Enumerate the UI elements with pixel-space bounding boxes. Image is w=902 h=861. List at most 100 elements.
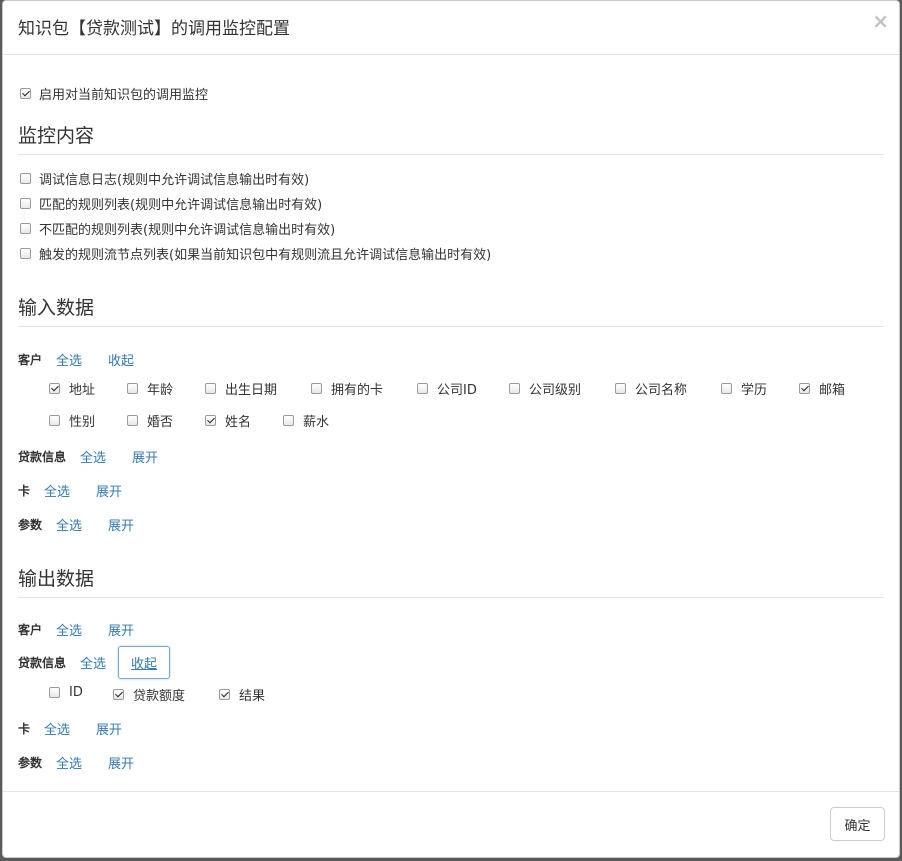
field-checkbox[interactable] xyxy=(49,687,60,698)
enable-monitor-checkbox[interactable] xyxy=(20,88,31,99)
output-group-card: 卡 全选 展开 xyxy=(18,719,122,738)
field-label: 公司ID xyxy=(437,383,477,398)
select-all-link[interactable]: 全选 xyxy=(56,620,82,639)
monitor-option-row: 触发的规则流节点列表(如果当前知识包中有规则流且允许调试信息输出时有效) xyxy=(20,244,491,263)
monitor-option-label: 调试信息日志(规则中允许调试信息输出时有效) xyxy=(39,173,310,188)
expand-link[interactable]: 展开 xyxy=(108,620,134,639)
field-label: 拥有的卡 xyxy=(331,383,384,398)
field-checkbox[interactable] xyxy=(127,415,138,426)
field-salary: 薪水 xyxy=(283,411,329,430)
field-label: 公司级别 xyxy=(529,383,582,398)
ok-button[interactable]: 确定 xyxy=(830,807,885,841)
field-label: 邮箱 xyxy=(819,383,846,398)
field-name: 姓名 xyxy=(205,411,251,430)
field-address: 地址 xyxy=(49,379,95,398)
field-checkbox[interactable] xyxy=(49,383,60,394)
expand-link[interactable]: 展开 xyxy=(108,753,134,772)
field-checkbox[interactable] xyxy=(49,415,60,426)
monitor-option-row: 调试信息日志(规则中允许调试信息输出时有效) xyxy=(20,169,309,188)
field-email: 邮箱 xyxy=(799,379,845,398)
dialog-header: 知识包【贷款测试】的调用监控配置 × xyxy=(3,1,899,55)
expand-link[interactable]: 展开 xyxy=(96,719,122,738)
input-group-customer: 客户 全选 收起 xyxy=(18,350,134,369)
monitor-content-title: 监控内容 xyxy=(18,121,884,155)
group-name: 贷款信息 xyxy=(18,656,67,670)
group-name: 参数 xyxy=(18,518,43,532)
field-label: 公司名称 xyxy=(635,383,688,398)
field-company-level: 公司级别 xyxy=(509,379,581,398)
field-checkbox[interactable] xyxy=(127,383,138,394)
field-loan-id: ID xyxy=(49,685,83,700)
enable-monitor-row: 启用对当前知识包的调用监控 xyxy=(20,84,208,103)
group-name: 客户 xyxy=(18,623,43,637)
field-checkbox[interactable] xyxy=(721,383,732,394)
select-all-link[interactable]: 全选 xyxy=(44,719,70,738)
field-label: 年龄 xyxy=(147,383,174,398)
group-name: 客户 xyxy=(18,353,43,367)
output-group-params: 参数 全选 展开 xyxy=(18,753,134,772)
field-company-name: 公司名称 xyxy=(615,379,687,398)
enable-monitor-label: 启用对当前知识包的调用监控 xyxy=(39,88,209,103)
field-label: 地址 xyxy=(69,383,96,398)
field-label: 薪水 xyxy=(303,415,330,430)
field-label: 姓名 xyxy=(225,415,252,430)
monitor-option-checkbox[interactable] xyxy=(20,223,31,234)
field-loan-amount: 贷款额度 xyxy=(113,685,185,704)
field-cards: 拥有的卡 xyxy=(311,379,383,398)
monitor-option-row: 不匹配的规则列表(规则中允许调试信息输出时有效) xyxy=(20,219,335,238)
field-gender: 性别 xyxy=(49,411,95,430)
field-checkbox[interactable] xyxy=(113,689,124,700)
field-checkbox[interactable] xyxy=(311,383,322,394)
close-icon[interactable]: × xyxy=(872,11,889,31)
monitor-config-dialog: 知识包【贷款测试】的调用监控配置 × 启用对当前知识包的调用监控 监控内容 调试… xyxy=(2,0,900,858)
select-all-link[interactable]: 全选 xyxy=(80,447,106,466)
group-name: 卡 xyxy=(18,722,31,736)
group-name: 参数 xyxy=(18,756,43,770)
collapse-link[interactable]: 收起 xyxy=(118,646,171,679)
output-group-loan: 贷款信息 全选 收起 xyxy=(18,646,171,679)
monitor-option-checkbox[interactable] xyxy=(20,248,31,259)
monitor-option-label: 触发的规则流节点列表(如果当前知识包中有规则流且允许调试信息输出时有效) xyxy=(39,248,492,263)
field-checkbox[interactable] xyxy=(509,383,520,394)
field-checkbox[interactable] xyxy=(283,415,294,426)
field-label: 贷款额度 xyxy=(133,689,186,704)
dialog-title: 知识包【贷款测试】的调用监控配置 xyxy=(18,19,290,39)
field-birthdate: 出生日期 xyxy=(205,379,277,398)
select-all-link[interactable]: 全选 xyxy=(56,515,82,534)
expand-link[interactable]: 展开 xyxy=(132,447,158,466)
select-all-link[interactable]: 全选 xyxy=(56,753,82,772)
input-data-title: 输入数据 xyxy=(18,293,884,327)
monitor-option-label: 不匹配的规则列表(规则中允许调试信息输出时有效) xyxy=(39,223,336,238)
monitor-option-label: 匹配的规则列表(规则中允许调试信息输出时有效) xyxy=(39,198,323,213)
select-all-link[interactable]: 全选 xyxy=(44,481,70,500)
dialog-footer: 确定 xyxy=(3,791,899,857)
field-label: 出生日期 xyxy=(225,383,278,398)
field-checkbox[interactable] xyxy=(799,383,810,394)
select-all-link[interactable]: 全选 xyxy=(80,653,106,672)
field-checkbox[interactable] xyxy=(417,383,428,394)
monitor-option-checkbox[interactable] xyxy=(20,198,31,209)
expand-link[interactable]: 展开 xyxy=(96,481,122,500)
dialog-body: 启用对当前知识包的调用监控 监控内容 调试信息日志(规则中允许调试信息输出时有效… xyxy=(3,55,899,793)
input-group-card: 卡 全选 展开 xyxy=(18,481,122,500)
field-label: 结果 xyxy=(239,689,266,704)
expand-link[interactable]: 展开 xyxy=(108,515,134,534)
monitor-option-checkbox[interactable] xyxy=(20,173,31,184)
input-group-params: 参数 全选 展开 xyxy=(18,515,134,534)
field-company-id: 公司ID xyxy=(417,379,477,398)
collapse-link[interactable]: 收起 xyxy=(108,350,134,369)
field-checkbox[interactable] xyxy=(219,689,230,700)
group-name: 贷款信息 xyxy=(18,450,67,464)
field-label: 婚否 xyxy=(147,415,174,430)
input-group-loan: 贷款信息 全选 展开 xyxy=(18,447,158,466)
field-result: 结果 xyxy=(219,685,265,704)
field-education: 学历 xyxy=(721,379,767,398)
field-checkbox[interactable] xyxy=(205,383,216,394)
group-name: 卡 xyxy=(18,484,31,498)
field-checkbox[interactable] xyxy=(205,415,216,426)
field-married: 婚否 xyxy=(127,411,173,430)
field-age: 年龄 xyxy=(127,379,173,398)
select-all-link[interactable]: 全选 xyxy=(56,350,82,369)
field-checkbox[interactable] xyxy=(615,383,626,394)
field-label: 学历 xyxy=(741,383,768,398)
